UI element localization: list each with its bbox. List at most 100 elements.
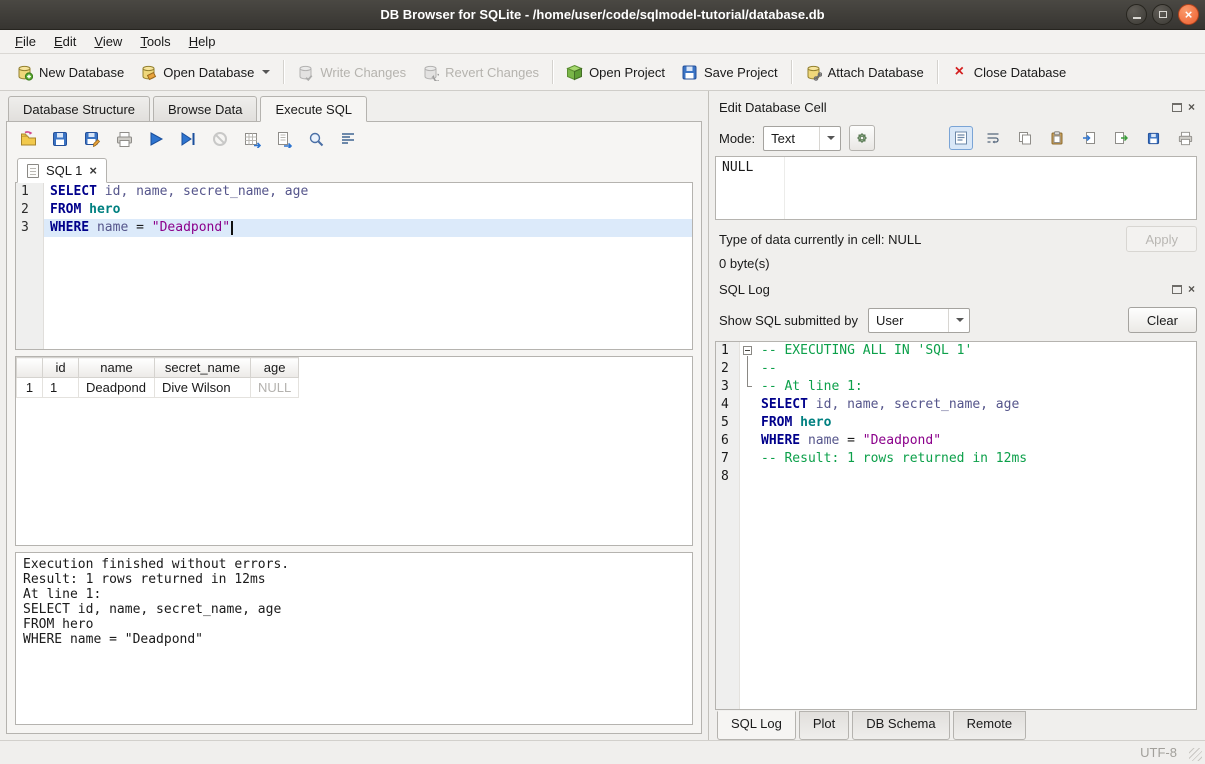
clear-log-button[interactable]: Clear: [1128, 307, 1197, 333]
right-pane: Edit Database Cell × Mode: Text: [708, 91, 1205, 740]
sql-operator: =: [839, 433, 862, 448]
sql-code-area[interactable]: SELECT id, name, secret_name, age FROM h…: [44, 183, 692, 349]
execute-line-button[interactable]: [177, 128, 199, 150]
submitted-by-value: User: [876, 313, 941, 328]
save-sql-file-button[interactable]: [49, 128, 71, 150]
column-header-name[interactable]: name: [79, 358, 155, 378]
column-header-id[interactable]: id: [43, 358, 79, 378]
tab-sql-log[interactable]: SQL Log: [717, 711, 796, 740]
print-icon: [1178, 131, 1193, 146]
cell-size-text: 0 byte(s): [715, 256, 1197, 276]
import-icon: [1082, 131, 1096, 145]
line-number: 8: [716, 468, 739, 486]
cell-mode-row: Mode: Text: [715, 120, 1197, 156]
cell-copy-button[interactable]: [1013, 126, 1037, 150]
log-line: -- Result: 1 rows returned in 12ms: [755, 450, 1196, 468]
save-sql-file-as-button[interactable]: [81, 128, 103, 150]
line-number: 3: [716, 378, 739, 396]
cell-paste-button[interactable]: [1045, 126, 1069, 150]
line-number: 2: [716, 360, 739, 378]
cell-word-wrap-button[interactable]: [981, 126, 1005, 150]
float-dock-icon[interactable]: [1172, 103, 1182, 112]
encoding-indicator[interactable]: UTF-8: [1140, 745, 1177, 760]
write-changes-button: Write Changes: [289, 60, 414, 85]
sql-code-editor[interactable]: 1 2 3 SELECT id, name, secret_name, age …: [15, 182, 693, 350]
menu-tools[interactable]: Tools: [131, 31, 179, 52]
export-results-button[interactable]: [241, 128, 263, 150]
results-grid: id name secret_name age 1 1 Deadpond Div…: [15, 356, 693, 546]
menu-view[interactable]: View: [85, 31, 131, 52]
row-number[interactable]: 1: [17, 378, 43, 398]
close-dock-icon[interactable]: ×: [1188, 101, 1195, 113]
log-line: WHERE name = "Deadpond": [755, 432, 1196, 450]
cell-secret-name[interactable]: Dive Wilson: [155, 378, 251, 398]
new-database-button[interactable]: New Database: [8, 60, 132, 85]
sql-string: "Deadpond": [152, 220, 230, 235]
open-database-button[interactable]: Open Database: [132, 60, 278, 85]
tab-db-schema[interactable]: DB Schema: [852, 711, 949, 740]
cell-save-as-button[interactable]: [1141, 126, 1165, 150]
attach-database-button[interactable]: Attach Database: [797, 60, 932, 85]
close-sql-tab-icon[interactable]: ×: [89, 164, 97, 177]
resize-grip-icon[interactable]: [1189, 748, 1202, 761]
close-dock-icon[interactable]: ×: [1188, 283, 1195, 295]
open-project-button[interactable]: Open Project: [558, 60, 673, 85]
open-database-dropdown-icon[interactable]: [262, 70, 270, 78]
cell-name[interactable]: Deadpond: [79, 378, 155, 398]
save-results-button[interactable]: [273, 128, 295, 150]
print-sql-button[interactable]: [113, 128, 135, 150]
close-database-button[interactable]: × Close Database: [943, 60, 1075, 85]
execute-line-icon: [180, 131, 196, 147]
tab-execute-sql[interactable]: Execute SQL: [260, 96, 367, 122]
sql-keyword: SELECT: [50, 184, 97, 199]
submitted-by-select[interactable]: User: [868, 308, 970, 333]
sql-keyword: FROM: [50, 202, 81, 217]
log-comment: --: [761, 361, 777, 376]
menu-edit[interactable]: Edit: [45, 31, 85, 52]
execution-message-pane[interactable]: Execution finished without errors. Resul…: [15, 552, 693, 725]
format-sql-button[interactable]: [337, 128, 359, 150]
fold-collapse-icon[interactable]: [743, 346, 752, 355]
cell-export-button[interactable]: [1109, 126, 1133, 150]
save-results-icon: [276, 131, 293, 148]
statusbar: UTF-8: [0, 740, 1205, 764]
auto-mode-button[interactable]: [849, 125, 875, 151]
column-header-secret-name[interactable]: secret_name: [155, 358, 251, 378]
menu-help[interactable]: Help: [180, 31, 225, 52]
cell-age[interactable]: NULL: [251, 378, 299, 398]
float-dock-icon[interactable]: [1172, 285, 1182, 294]
maximize-button[interactable]: [1152, 4, 1173, 25]
execute-all-button[interactable]: [145, 128, 167, 150]
column-header-age[interactable]: age: [251, 358, 299, 378]
cell-value-editor[interactable]: NULL: [715, 156, 1197, 220]
tab-remote[interactable]: Remote: [953, 711, 1027, 740]
cell-type-text: Type of data currently in cell: NULL: [719, 232, 921, 247]
line-number-gutter: 1 2 3: [16, 183, 44, 349]
open-project-icon: [566, 64, 583, 81]
sql-tab[interactable]: SQL 1 ×: [17, 158, 107, 183]
find-replace-button[interactable]: [305, 128, 327, 150]
sql-code-line-current: WHERE name = "Deadpond": [44, 219, 692, 237]
cell-text-view-button[interactable]: [949, 126, 973, 150]
sql-log-editor[interactable]: 1 2 3 4 5 6 7 8 -- EXECUTING ALL IN 'SQL: [715, 341, 1197, 710]
tab-database-structure[interactable]: Database Structure: [8, 96, 150, 122]
sql-code-line: SELECT id, name, secret_name, age: [44, 183, 692, 201]
save-project-button[interactable]: Save Project: [673, 60, 786, 85]
open-sql-file-button[interactable]: [17, 128, 39, 150]
tab-browse-data[interactable]: Browse Data: [153, 96, 257, 122]
titlebar[interactable]: DB Browser for SQLite - /home/user/code/…: [0, 0, 1205, 30]
cell-import-button[interactable]: [1077, 126, 1101, 150]
find-replace-icon: [308, 131, 325, 148]
main-toolbar: New Database Open Database Write Changes…: [0, 54, 1205, 91]
cell-print-button[interactable]: [1173, 126, 1197, 150]
main-tabbar: Database Structure Browse Data Execute S…: [0, 94, 708, 122]
cell-id[interactable]: 1: [43, 378, 79, 398]
tab-plot[interactable]: Plot: [799, 711, 849, 740]
mode-select[interactable]: Text: [763, 126, 841, 151]
sql-keyword: SELECT: [761, 397, 808, 412]
close-database-icon: ×: [951, 64, 968, 81]
menu-file[interactable]: File: [6, 31, 45, 52]
minimize-button[interactable]: [1126, 4, 1147, 25]
fold-line: [747, 360, 748, 378]
close-window-button[interactable]: ×: [1178, 4, 1199, 25]
